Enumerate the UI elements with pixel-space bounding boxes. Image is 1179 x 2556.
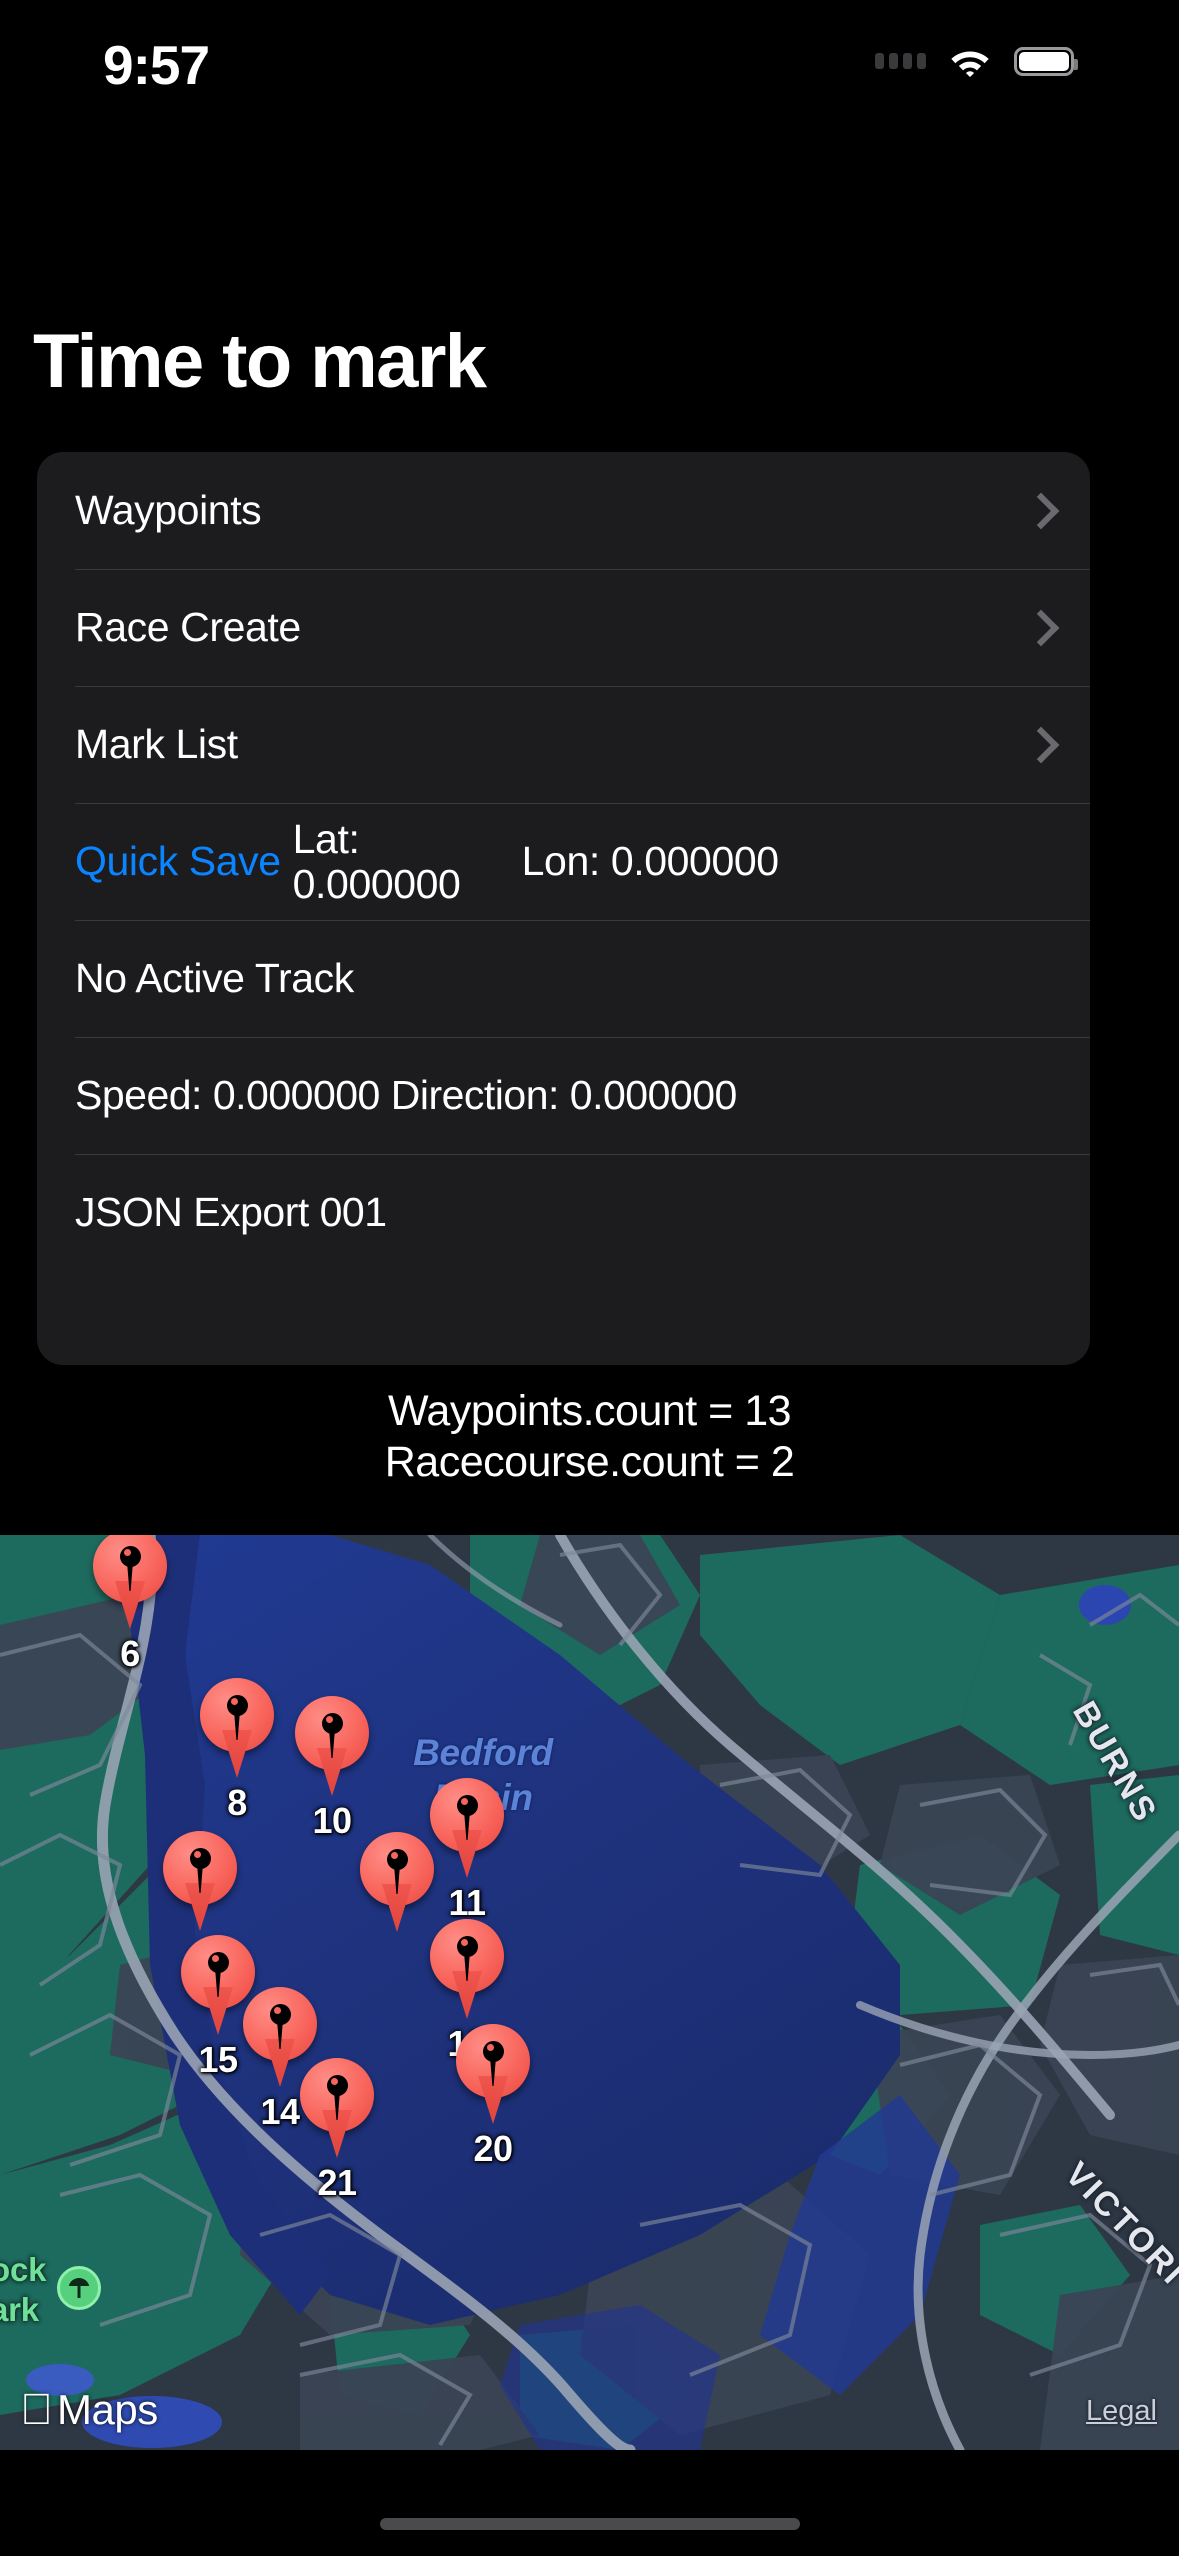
park-label-line-2: ark: [0, 2290, 39, 2328]
map-pin[interactable]: 20: [456, 2024, 530, 2169]
map-view[interactable]: Bedford Basin BURNS VICTORI ock ark 6: [0, 1535, 1179, 2450]
latitude-label: Lat:: [292, 816, 360, 863]
apple-logo-icon: : [20, 2388, 53, 2432]
longitude-label: Lon:: [521, 838, 601, 884]
telemetry-label: Speed: 0.000000 Direction: 0.000000: [75, 1072, 737, 1118]
map-pin[interactable]: 8: [200, 1678, 274, 1823]
list-item-track-status[interactable]: No Active Track: [37, 920, 1090, 1037]
cellular-dots-icon: [875, 53, 926, 69]
longitude-readout: Lon: 0.000000: [522, 838, 779, 885]
park-label-line-1: ock: [0, 2251, 47, 2288]
list-item-json-export[interactable]: JSON Export 001: [37, 1154, 1090, 1271]
map-pin[interactable]: [163, 1831, 237, 1935]
list-item-race-create[interactable]: Race Create: [37, 569, 1090, 686]
phone-screen: 9:57 Time to mark Waypoints Race Create: [0, 0, 1179, 2556]
track-status-label: No Active Track: [75, 955, 354, 1001]
map-pin[interactable]: 10: [295, 1696, 369, 1841]
chevron-right-icon: [1028, 494, 1048, 528]
json-export-label: JSON Export 001: [75, 1189, 387, 1235]
list-item-label: Race Create: [75, 604, 301, 650]
counts-block: Waypoints.count = 13 Racecourse.count = …: [0, 1386, 1179, 1487]
apple-maps-label: Maps: [24, 2386, 158, 2433]
map-pin[interactable]: 12: [430, 1919, 504, 2064]
battery-full-icon: [1014, 46, 1078, 76]
list-item-label: Waypoints: [75, 487, 262, 533]
park-label: ock ark: [0, 2250, 46, 2329]
apple-maps-attribution:  Maps: [20, 2386, 158, 2434]
map-pin[interactable]: 21: [300, 2058, 374, 2203]
list-item-label: Mark List: [75, 721, 238, 767]
pin-label: 20: [473, 2128, 513, 2169]
settings-list-card: Waypoints Race Create Mark List Quick Sa…: [37, 452, 1090, 1365]
list-item-telemetry[interactable]: Speed: 0.000000 Direction: 0.000000: [37, 1037, 1090, 1154]
list-item-quick-save[interactable]: Quick Save Lat: 0.000000 Lon: 0.000000: [37, 803, 1090, 920]
status-bar-time: 9:57: [103, 34, 210, 96]
tree-icon[interactable]: [57, 2266, 101, 2310]
quick-save-button[interactable]: Quick Save: [75, 838, 281, 885]
status-bar-indicators: [875, 35, 1078, 87]
chevron-right-icon: [1028, 611, 1048, 645]
pin-label: 6: [120, 1633, 140, 1674]
racecourse-count-text: Racecourse.count = 2: [384, 1437, 795, 1486]
list-item-mark-list[interactable]: Mark List: [37, 686, 1090, 803]
map-pin[interactable]: 11: [430, 1778, 504, 1923]
map-pin[interactable]: [360, 1832, 434, 1936]
latitude-value: 0.000000: [292, 860, 461, 907]
map-pin[interactable]: 6: [93, 1535, 167, 1674]
chevron-right-icon: [1028, 728, 1048, 762]
pin-label: 21: [317, 2162, 357, 2203]
status-bar: 9:57: [0, 0, 1179, 150]
water-label-line-1: Bedford: [413, 1732, 553, 1773]
legal-link[interactable]: Legal: [1086, 2395, 1157, 2428]
longitude-value: 0.000000: [610, 838, 779, 884]
home-indicator[interactable]: [379, 2518, 800, 2530]
latitude-readout: Lat: 0.000000: [293, 817, 508, 906]
page-title: Time to mark: [33, 319, 487, 404]
wifi-icon: [948, 45, 992, 77]
waypoints-count-text: Waypoints.count = 13: [387, 1387, 792, 1435]
list-item-waypoints[interactable]: Waypoints: [37, 452, 1090, 569]
